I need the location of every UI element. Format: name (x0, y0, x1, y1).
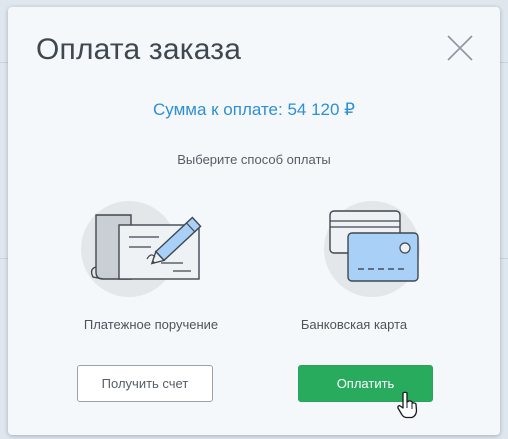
method-bank-card[interactable]: Банковская карта (254, 197, 454, 347)
close-x-icon (447, 35, 473, 61)
payment-order-pen-icon (81, 201, 202, 297)
bank-card-icon (324, 201, 420, 297)
payment-modal: Оплата заказа Сумма к оплате: 54 120 ₽ В… (8, 7, 500, 435)
hand-cursor-icon (397, 391, 418, 419)
method-label: Банковская карта (300, 317, 408, 332)
payment-sum: Сумма к оплате: 54 120 ₽ (153, 100, 355, 119)
method-payment-order[interactable]: Платежное поручение (51, 197, 251, 347)
method-label: Платежное поручение (83, 317, 219, 332)
choose-method-label: Выберите способ оплаты (177, 152, 331, 167)
get-invoice-button[interactable]: Получить счет (77, 365, 213, 402)
modal-title: Оплата заказа (36, 33, 242, 66)
close-button[interactable] (444, 32, 476, 64)
